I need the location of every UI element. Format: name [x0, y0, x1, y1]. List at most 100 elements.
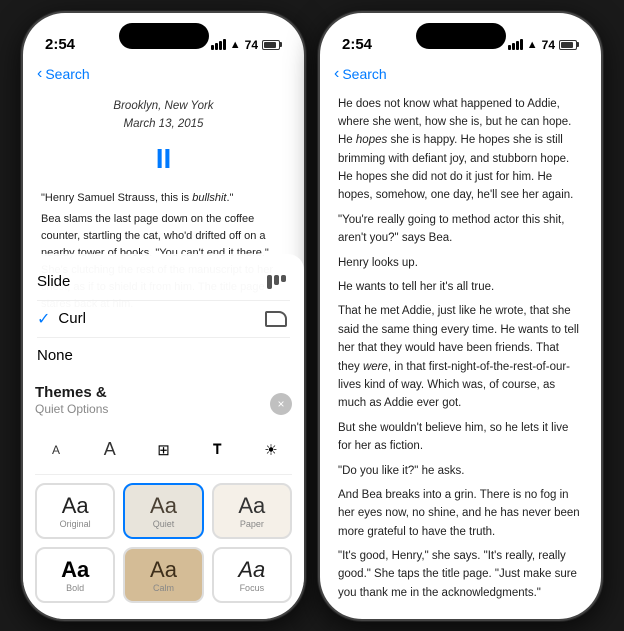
theme-bold-inner: Aa Bold	[37, 549, 113, 601]
slide-option-slide[interactable]: Slide	[37, 264, 290, 301]
slide-options: Slide ✓ Curl	[23, 254, 304, 380]
theme-paper[interactable]: Aa Paper	[212, 483, 292, 539]
theme-paper-label: Paper	[222, 519, 282, 529]
chevron-left-icon-right: ‹	[334, 65, 339, 83]
right-phone: 2:54 ▲ 74 ‹	[318, 11, 603, 621]
bar2r	[512, 43, 515, 50]
chapter-number: II	[41, 137, 286, 182]
battery-icon-right	[559, 40, 579, 50]
phones-container: 2:54 ▲ 74 ‹	[11, 1, 613, 631]
theme-focus-label: Focus	[222, 583, 282, 593]
right-para-8: And Bea breaks into a grin. There is no …	[338, 486, 583, 541]
slide-option-slide-left: Slide	[37, 273, 70, 290]
theme-original-aa: Aa	[45, 493, 105, 519]
theme-bold-label: Bold	[45, 583, 105, 593]
status-icons-left: ▲ 74	[211, 38, 282, 52]
curl-icon-indicator	[262, 309, 290, 329]
chevron-left-icon: ‹	[37, 65, 42, 83]
para-0: "Henry Samuel Strauss, this is bullshit.…	[41, 190, 286, 207]
time-right: 2:54	[342, 36, 372, 53]
theme-calm-aa: Aa	[133, 557, 193, 583]
theme-calm-label: Calm	[133, 583, 193, 593]
battery-label-right: 74	[542, 38, 555, 52]
back-button-left[interactable]: ‹ Search	[37, 65, 90, 83]
right-para-4: He wants to tell her it's all true.	[338, 278, 583, 296]
battery-icon	[262, 40, 282, 50]
curl-label: Curl	[58, 310, 86, 327]
theme-quiet-inner: Aa Quiet	[125, 485, 201, 537]
status-icons-right: ▲ 74	[508, 38, 579, 52]
time-left: 2:54	[45, 36, 75, 53]
theme-original[interactable]: Aa Original	[35, 483, 115, 539]
battery-label: 74	[245, 38, 258, 52]
font-small-button[interactable]: A	[35, 434, 77, 466]
bar2	[215, 43, 218, 50]
signal-icon-right	[508, 39, 523, 50]
right-para-1: He does not know what happened to Addie,…	[338, 95, 583, 205]
back-label-left: Search	[45, 66, 89, 82]
wifi-icon: ▲	[230, 39, 241, 51]
close-button[interactable]: ×	[270, 393, 292, 415]
themes-section: Themes & Quiet Options × A A ⊞ 𝐓 ☀	[23, 380, 304, 611]
checkmark-icon: ✓	[37, 309, 50, 329]
none-label: None	[37, 347, 73, 364]
themes-grid: Aa Original Aa Quiet Aa Paper	[35, 483, 292, 603]
theme-focus[interactable]: Aa Focus	[212, 547, 292, 603]
theme-focus-aa: Aa	[222, 557, 282, 583]
signal-icon	[211, 39, 226, 50]
right-para-6: But she wouldn't believe him, so he lets…	[338, 419, 583, 456]
layout-button[interactable]: ⊞	[143, 434, 185, 466]
theme-bold-aa: Aa	[45, 557, 105, 583]
toolbar-row: A A ⊞ 𝐓 ☀	[35, 430, 292, 475]
battery-tip	[280, 42, 282, 47]
bar3	[219, 41, 222, 50]
font-style-button[interactable]: 𝐓	[196, 434, 238, 466]
right-para-7: "Do you like it?" he asks.	[338, 462, 583, 480]
bar1r	[508, 45, 511, 50]
theme-paper-inner: Aa Paper	[214, 485, 290, 537]
themes-header: Themes & Quiet Options ×	[35, 384, 292, 424]
theme-quiet[interactable]: Aa Quiet	[123, 483, 203, 539]
theme-quiet-label: Quiet	[133, 519, 193, 529]
theme-calm[interactable]: Aa Calm	[123, 547, 203, 603]
slide-icon-indicator	[262, 272, 290, 292]
back-label-right: Search	[342, 66, 386, 82]
wifi-icon-right: ▲	[527, 39, 538, 51]
slide-option-curl-left: ✓ Curl	[37, 309, 86, 329]
theme-calm-inner: Aa Calm	[125, 549, 201, 601]
right-para-3: Henry looks up.	[338, 254, 583, 272]
themes-title: Themes &	[35, 384, 107, 401]
dynamic-island-left	[119, 23, 209, 49]
overlay-panel: Slide ✓ Curl	[23, 254, 304, 619]
bar4r	[520, 39, 523, 50]
battery-tip-right	[577, 42, 579, 47]
book-content-right: He does not know what happened to Addie,…	[320, 89, 601, 609]
themes-title-group: Themes & Quiet Options	[35, 384, 108, 424]
bar3r	[516, 41, 519, 50]
book-location: Brooklyn, New YorkMarch 13, 2015	[41, 97, 286, 134]
theme-bold[interactable]: Aa Bold	[35, 547, 115, 603]
right-para-9: "It's good, Henry," she says. "It's real…	[338, 547, 583, 602]
theme-quiet-aa: Aa	[133, 493, 193, 519]
theme-original-label: Original	[45, 519, 105, 529]
none-icon-indicator	[262, 346, 290, 366]
quiet-options-label: Quiet Options	[35, 402, 108, 416]
theme-focus-inner: Aa Focus	[214, 549, 290, 601]
slide-option-none[interactable]: None	[37, 338, 290, 374]
brightness-button[interactable]: ☀	[250, 434, 292, 466]
nav-bar-left: ‹ Search	[23, 63, 304, 89]
left-phone: 2:54 ▲ 74 ‹	[21, 11, 306, 621]
font-large-button[interactable]: A	[89, 434, 131, 466]
slide-option-curl[interactable]: ✓ Curl	[37, 301, 290, 338]
slide-option-none-left: None	[37, 347, 73, 364]
bar1	[211, 45, 214, 50]
theme-original-inner: Aa Original	[37, 485, 113, 537]
nav-bar-right: ‹ Search	[320, 63, 601, 89]
right-para-5: That he met Addie, just like he wrote, t…	[338, 302, 583, 412]
right-para-2: "You're really going to method actor thi…	[338, 211, 583, 248]
theme-paper-aa: Aa	[222, 493, 282, 519]
bar4	[223, 39, 226, 50]
slide-label: Slide	[37, 273, 70, 290]
back-button-right[interactable]: ‹ Search	[334, 65, 387, 83]
dynamic-island-right	[416, 23, 506, 49]
